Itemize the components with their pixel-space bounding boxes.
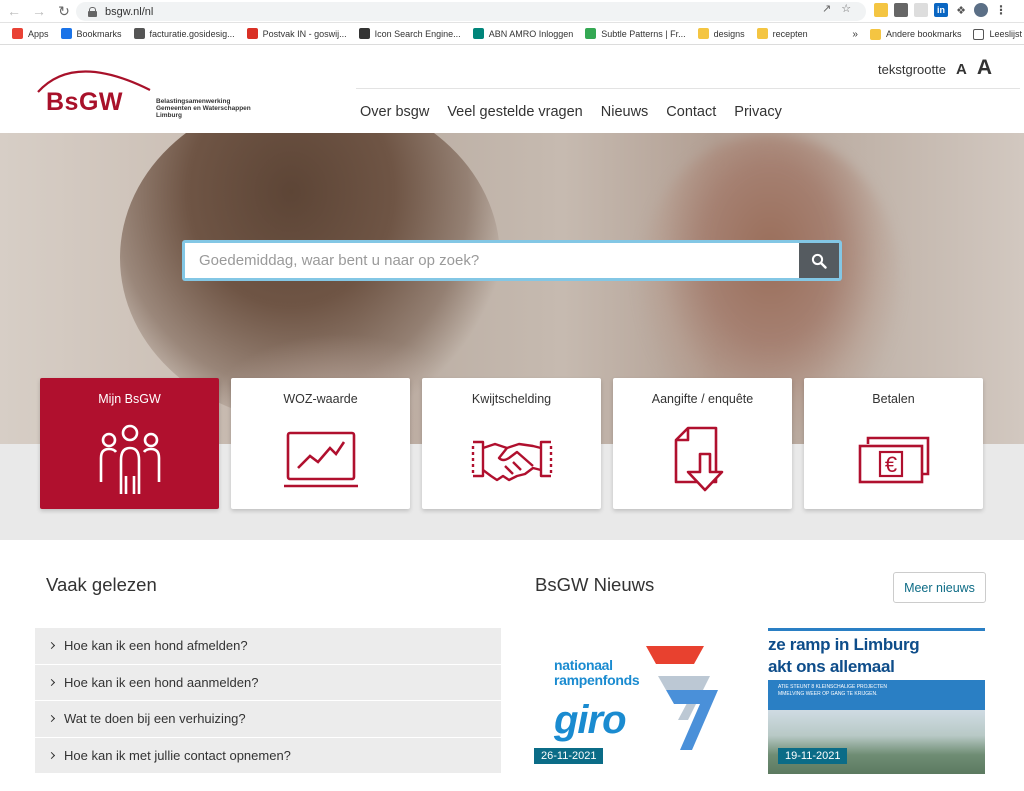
chevron-right-icon xyxy=(47,751,56,759)
bookmark-icon xyxy=(585,28,597,39)
news-date-badge: 26-11-2021 xyxy=(534,748,604,764)
chevron-right-icon xyxy=(47,678,56,686)
bookmark-icon xyxy=(60,28,72,39)
bookmark-item[interactable]: Apps xyxy=(12,28,49,39)
reading-list[interactable]: Leeslijst xyxy=(973,28,1022,40)
chart-screen-icon xyxy=(283,431,358,488)
back-icon[interactable]: ← xyxy=(3,0,25,22)
euro-banknote-icon: € xyxy=(858,436,929,484)
news-title: BsGW Nieuws xyxy=(535,574,655,595)
avatar[interactable] xyxy=(974,3,988,17)
document-download-icon xyxy=(674,426,723,492)
site-header: BsGW Belastingsamenwerking Gemeenten en … xyxy=(0,46,1024,133)
news-card[interactable]: ze ramp in Limburg akt ons allemaal ATIE… xyxy=(768,628,985,774)
giro-logo-icon xyxy=(646,646,718,750)
logo-text: BsGW xyxy=(46,88,123,116)
bookmark-item[interactable]: designs xyxy=(697,28,745,39)
text-size-control: tekstgrootte A A xyxy=(878,56,992,80)
extension-icon[interactable] xyxy=(874,3,888,17)
chevron-right-icon xyxy=(47,642,56,650)
menu-dots-icon[interactable]: ⋮ xyxy=(994,3,1008,17)
text-size-label: tekstgrootte xyxy=(878,62,946,77)
forward-icon[interactable]: → xyxy=(28,0,50,22)
vaak-gelezen-title: Vaak gelezen xyxy=(46,574,157,595)
news-image-text: giro xyxy=(554,698,627,742)
bookmark-icon xyxy=(133,28,145,39)
search-bar xyxy=(182,240,842,281)
bookmark-item[interactable]: recepten xyxy=(756,28,808,39)
url-text: bsgw.nl/nl xyxy=(105,5,154,18)
text-size-small-button[interactable]: A xyxy=(956,61,967,78)
nav-contact[interactable]: Contact xyxy=(666,104,716,120)
bookmark-item[interactable]: Bookmarks xyxy=(60,28,122,39)
bookmark-icon xyxy=(246,28,258,39)
search-icon xyxy=(811,253,827,269)
bookmark-other[interactable]: Andere bookmarks xyxy=(869,28,961,40)
folder-icon xyxy=(869,28,881,40)
news-card[interactable]: nationaal rampenfonds giro 26-11-2021 xyxy=(524,628,741,774)
address-bar[interactable]: bsgw.nl/nl xyxy=(76,2,866,21)
faq-item[interactable]: Hoe kan ik een hond afmelden? xyxy=(35,628,501,665)
news-image-text: nationaal rampenfonds xyxy=(554,657,640,688)
tile-kwijtschelding[interactable]: Kwijtschelding xyxy=(422,378,601,509)
news-date-badge: 19-11-2021 xyxy=(778,748,848,764)
extension-icon[interactable] xyxy=(894,3,908,17)
browser-toolbar: ← → ↻ bsgw.nl/nl ↗ ☆ in ❖ ⋮ xyxy=(0,0,1024,23)
tile-mijn-bsgw[interactable]: Mijn BsGW xyxy=(40,378,219,509)
bookmark-item[interactable]: Subtle Patterns | Fr... xyxy=(585,28,686,39)
nav-privacy[interactable]: Privacy xyxy=(734,104,782,120)
bookmark-icon xyxy=(756,28,768,39)
faq-item[interactable]: Hoe kan ik met jullie contact opnemen? xyxy=(35,737,501,774)
bookmarks-bar: Apps Bookmarks facturatie.gosidesig... Post… xyxy=(0,23,1024,45)
bookmark-icon xyxy=(12,28,23,39)
faq-item[interactable]: Wat te doen bij een verhuizing? xyxy=(35,701,501,738)
bookmark-icon xyxy=(358,28,370,39)
linkedin-icon[interactable]: in xyxy=(934,3,948,17)
bookmark-icon xyxy=(472,28,484,39)
handshake-icon xyxy=(471,440,552,482)
search-input[interactable] xyxy=(185,243,799,278)
extensions: in ❖ ⋮ xyxy=(874,3,1008,17)
nav-faq[interactable]: Veel gestelde vragen xyxy=(447,104,582,120)
bookmark-item[interactable]: facturatie.gosidesig... xyxy=(133,28,235,39)
tile-aangifte-enquete[interactable]: Aangifte / enquête xyxy=(613,378,792,509)
svg-text:€: € xyxy=(884,452,896,477)
logo-subtitle: Belastingsamenwerking Gemeenten en Water… xyxy=(156,98,251,119)
lock-icon xyxy=(88,6,97,17)
main-nav: Over bsgw Veel gestelde vragen Nieuws Co… xyxy=(360,104,782,120)
faq-list: Hoe kan ik een hond afmelden? Hoe kan ik… xyxy=(35,628,501,774)
bookmark-item[interactable]: Icon Search Engine... xyxy=(358,28,461,39)
people-icon xyxy=(99,424,160,494)
faq-item[interactable]: Hoe kan ik een hond aanmelden? xyxy=(35,664,501,701)
search-button[interactable] xyxy=(799,243,839,278)
text-size-large-button[interactable]: A xyxy=(977,56,992,80)
news-image-text: ATIE STEUNT 8 KLEINSCHALIGE PROJECTEN MM… xyxy=(768,680,985,710)
nav-over-bsgw[interactable]: Over bsgw xyxy=(360,104,429,120)
reading-list-icon xyxy=(973,28,985,40)
reload-icon[interactable]: ↻ xyxy=(53,0,75,22)
share-icon[interactable]: ↗ xyxy=(822,2,831,15)
chevron-right-icon xyxy=(47,715,56,723)
news-image-border xyxy=(768,628,985,631)
bookmark-item[interactable]: Postvak IN - goswij... xyxy=(246,28,347,39)
bookmarks-overflow-icon[interactable]: » xyxy=(852,29,858,40)
news-image-text: ze ramp in Limburg akt ons allemaal xyxy=(768,635,920,676)
bookmark-item[interactable]: ABN AMRO Inloggen xyxy=(472,28,573,39)
news-photo xyxy=(768,710,985,774)
puzzle-icon[interactable]: ❖ xyxy=(954,3,968,17)
nav-nieuws[interactable]: Nieuws xyxy=(601,104,649,120)
extension-icon[interactable] xyxy=(914,3,928,17)
tile-woz-waarde[interactable]: WOZ-waarde xyxy=(231,378,410,509)
star-icon[interactable]: ☆ xyxy=(841,2,851,15)
header-divider xyxy=(356,88,1020,89)
service-tiles: Mijn BsGW WOZ-waarde Kwijtschelding Aang… xyxy=(40,378,983,509)
bookmark-icon xyxy=(697,28,709,39)
bsgw-logo[interactable]: BsGW Belastingsamenwerking Gemeenten en … xyxy=(34,56,274,124)
more-news-button[interactable]: Meer nieuws xyxy=(893,572,986,603)
tile-betalen[interactable]: Betalen € xyxy=(804,378,983,509)
